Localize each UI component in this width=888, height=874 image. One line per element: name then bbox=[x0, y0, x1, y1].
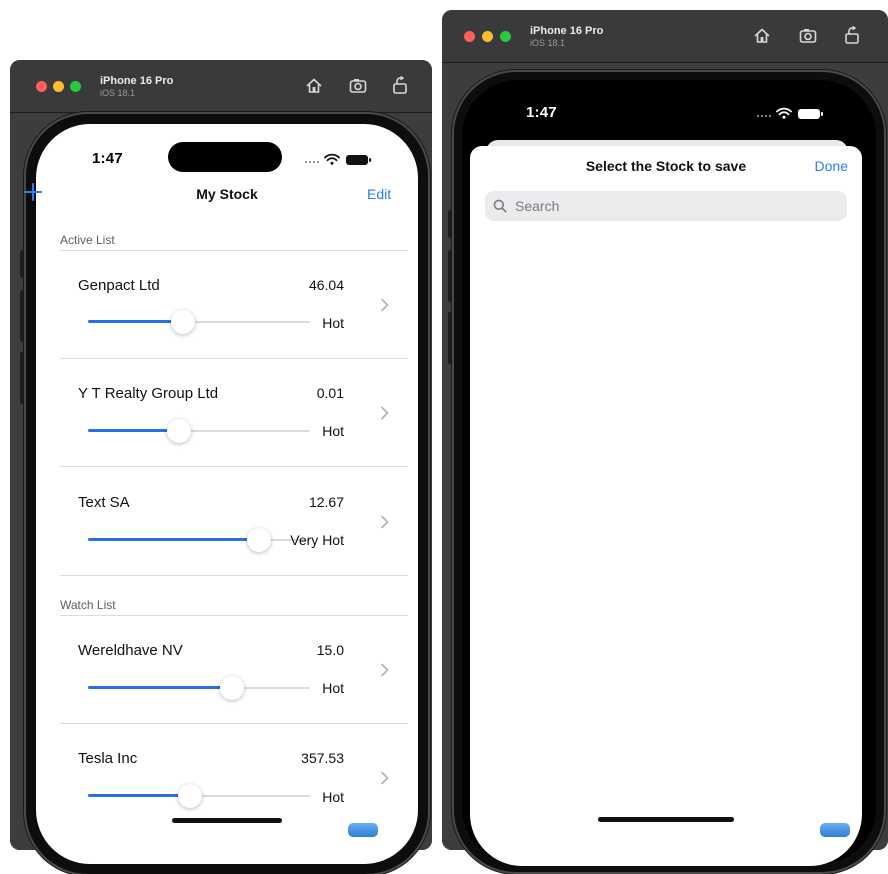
volume-down-button[interactable] bbox=[448, 312, 452, 364]
wifi-icon bbox=[324, 153, 340, 162]
stock-value: 0.01 bbox=[316, 385, 344, 401]
chevron-right-icon[interactable] bbox=[380, 515, 390, 529]
stock-name: Text SA bbox=[78, 494, 130, 511]
sheet-title: Select the Stock to save bbox=[585, 158, 747, 174]
status-icons bbox=[304, 153, 371, 165]
device-os-version: iOS 18.1 bbox=[100, 88, 136, 98]
chevron-right-icon[interactable] bbox=[380, 298, 390, 312]
home-indicator[interactable] bbox=[598, 817, 734, 822]
nav-title: My Stock bbox=[196, 186, 258, 202]
stock-value: 357.53 bbox=[301, 750, 344, 766]
hotness-slider[interactable] bbox=[88, 784, 310, 808]
section-separator bbox=[60, 615, 408, 616]
hotness-slider[interactable] bbox=[88, 419, 310, 443]
cellular-dots-icon bbox=[756, 114, 772, 118]
row-separator bbox=[60, 723, 408, 724]
action-button[interactable] bbox=[20, 250, 24, 278]
search-field[interactable]: Search bbox=[485, 191, 847, 221]
status-time: 1:47 bbox=[526, 104, 557, 121]
hotness-label: Hot bbox=[322, 789, 344, 805]
close-window-button[interactable] bbox=[464, 31, 475, 42]
row-separator bbox=[60, 358, 408, 359]
hotness-slider[interactable] bbox=[88, 676, 310, 700]
stock-value: 12.67 bbox=[308, 494, 344, 510]
zoom-window-button[interactable] bbox=[500, 31, 511, 42]
simulator-titlebar: iPhone 16 Pro iOS 18.1 bbox=[442, 10, 888, 63]
hotness-label: Hot bbox=[322, 315, 344, 331]
slider-thumb[interactable] bbox=[171, 310, 196, 334]
minimize-window-button[interactable] bbox=[53, 81, 64, 92]
row-separator bbox=[60, 575, 408, 576]
close-window-button[interactable] bbox=[36, 81, 47, 92]
device-os-version: iOS 18.1 bbox=[530, 38, 566, 48]
home-icon[interactable] bbox=[752, 26, 772, 46]
select-stock-sheet: Select the Stock to save Done Search bbox=[470, 146, 862, 866]
simulator-titlebar: iPhone 16 Pro iOS 18.1 bbox=[10, 60, 432, 113]
stock-name: Y T Realty Group Ltd bbox=[78, 385, 219, 402]
volume-up-button[interactable] bbox=[448, 250, 452, 302]
slider-thumb[interactable] bbox=[167, 419, 192, 443]
home-indicator[interactable] bbox=[172, 818, 282, 823]
battery-icon bbox=[346, 155, 371, 165]
chevron-right-icon[interactable] bbox=[380, 663, 390, 677]
screenshot-icon[interactable] bbox=[798, 26, 818, 46]
stock-name: Tesla Inc bbox=[78, 750, 138, 767]
stock-name: Genpact Ltd bbox=[78, 277, 160, 294]
slider-thumb[interactable] bbox=[220, 676, 245, 700]
battery-icon bbox=[798, 109, 823, 119]
row-separator bbox=[60, 466, 408, 467]
slider-thumb[interactable] bbox=[178, 784, 203, 808]
screenshot-icon[interactable] bbox=[348, 76, 368, 96]
hotness-label: Hot bbox=[322, 680, 344, 696]
chevron-right-icon[interactable] bbox=[380, 406, 390, 420]
dock-app-icon[interactable] bbox=[348, 823, 378, 837]
device-name: iPhone 16 Pro bbox=[530, 25, 604, 37]
chevron-right-icon[interactable] bbox=[380, 771, 390, 785]
hotness-label: Very Hot bbox=[290, 532, 344, 548]
hotness-slider[interactable] bbox=[88, 310, 310, 334]
stock-name: Wereldhave NV bbox=[78, 642, 183, 659]
home-icon[interactable] bbox=[304, 76, 324, 96]
volume-down-button[interactable] bbox=[20, 352, 24, 404]
magnifying-glass-icon bbox=[493, 199, 507, 213]
dock-app-icon[interactable] bbox=[820, 823, 850, 837]
search-placeholder: Search bbox=[515, 198, 560, 214]
section-header-watch: Watch List bbox=[60, 598, 116, 612]
cellular-dots-icon bbox=[304, 160, 320, 164]
section-header-active: Active List bbox=[60, 233, 115, 247]
done-button[interactable]: Done bbox=[815, 158, 848, 174]
wifi-icon bbox=[776, 107, 792, 116]
slider-thumb[interactable] bbox=[246, 528, 271, 552]
rotate-icon[interactable] bbox=[842, 26, 862, 46]
zoom-window-button[interactable] bbox=[70, 81, 81, 92]
action-button[interactable] bbox=[448, 210, 452, 238]
section-separator bbox=[60, 250, 408, 251]
edit-button[interactable]: Edit bbox=[367, 186, 391, 202]
device-name: iPhone 16 Pro bbox=[100, 75, 174, 87]
stock-value: 46.04 bbox=[308, 277, 344, 293]
minimize-window-button[interactable] bbox=[482, 31, 493, 42]
stock-value: 15.0 bbox=[316, 642, 344, 658]
hotness-label: Hot bbox=[322, 423, 344, 439]
status-icons bbox=[756, 107, 823, 119]
volume-up-button[interactable] bbox=[20, 290, 24, 342]
dynamic-island bbox=[168, 142, 282, 172]
rotate-icon[interactable] bbox=[390, 76, 410, 96]
status-time: 1:47 bbox=[92, 150, 123, 167]
